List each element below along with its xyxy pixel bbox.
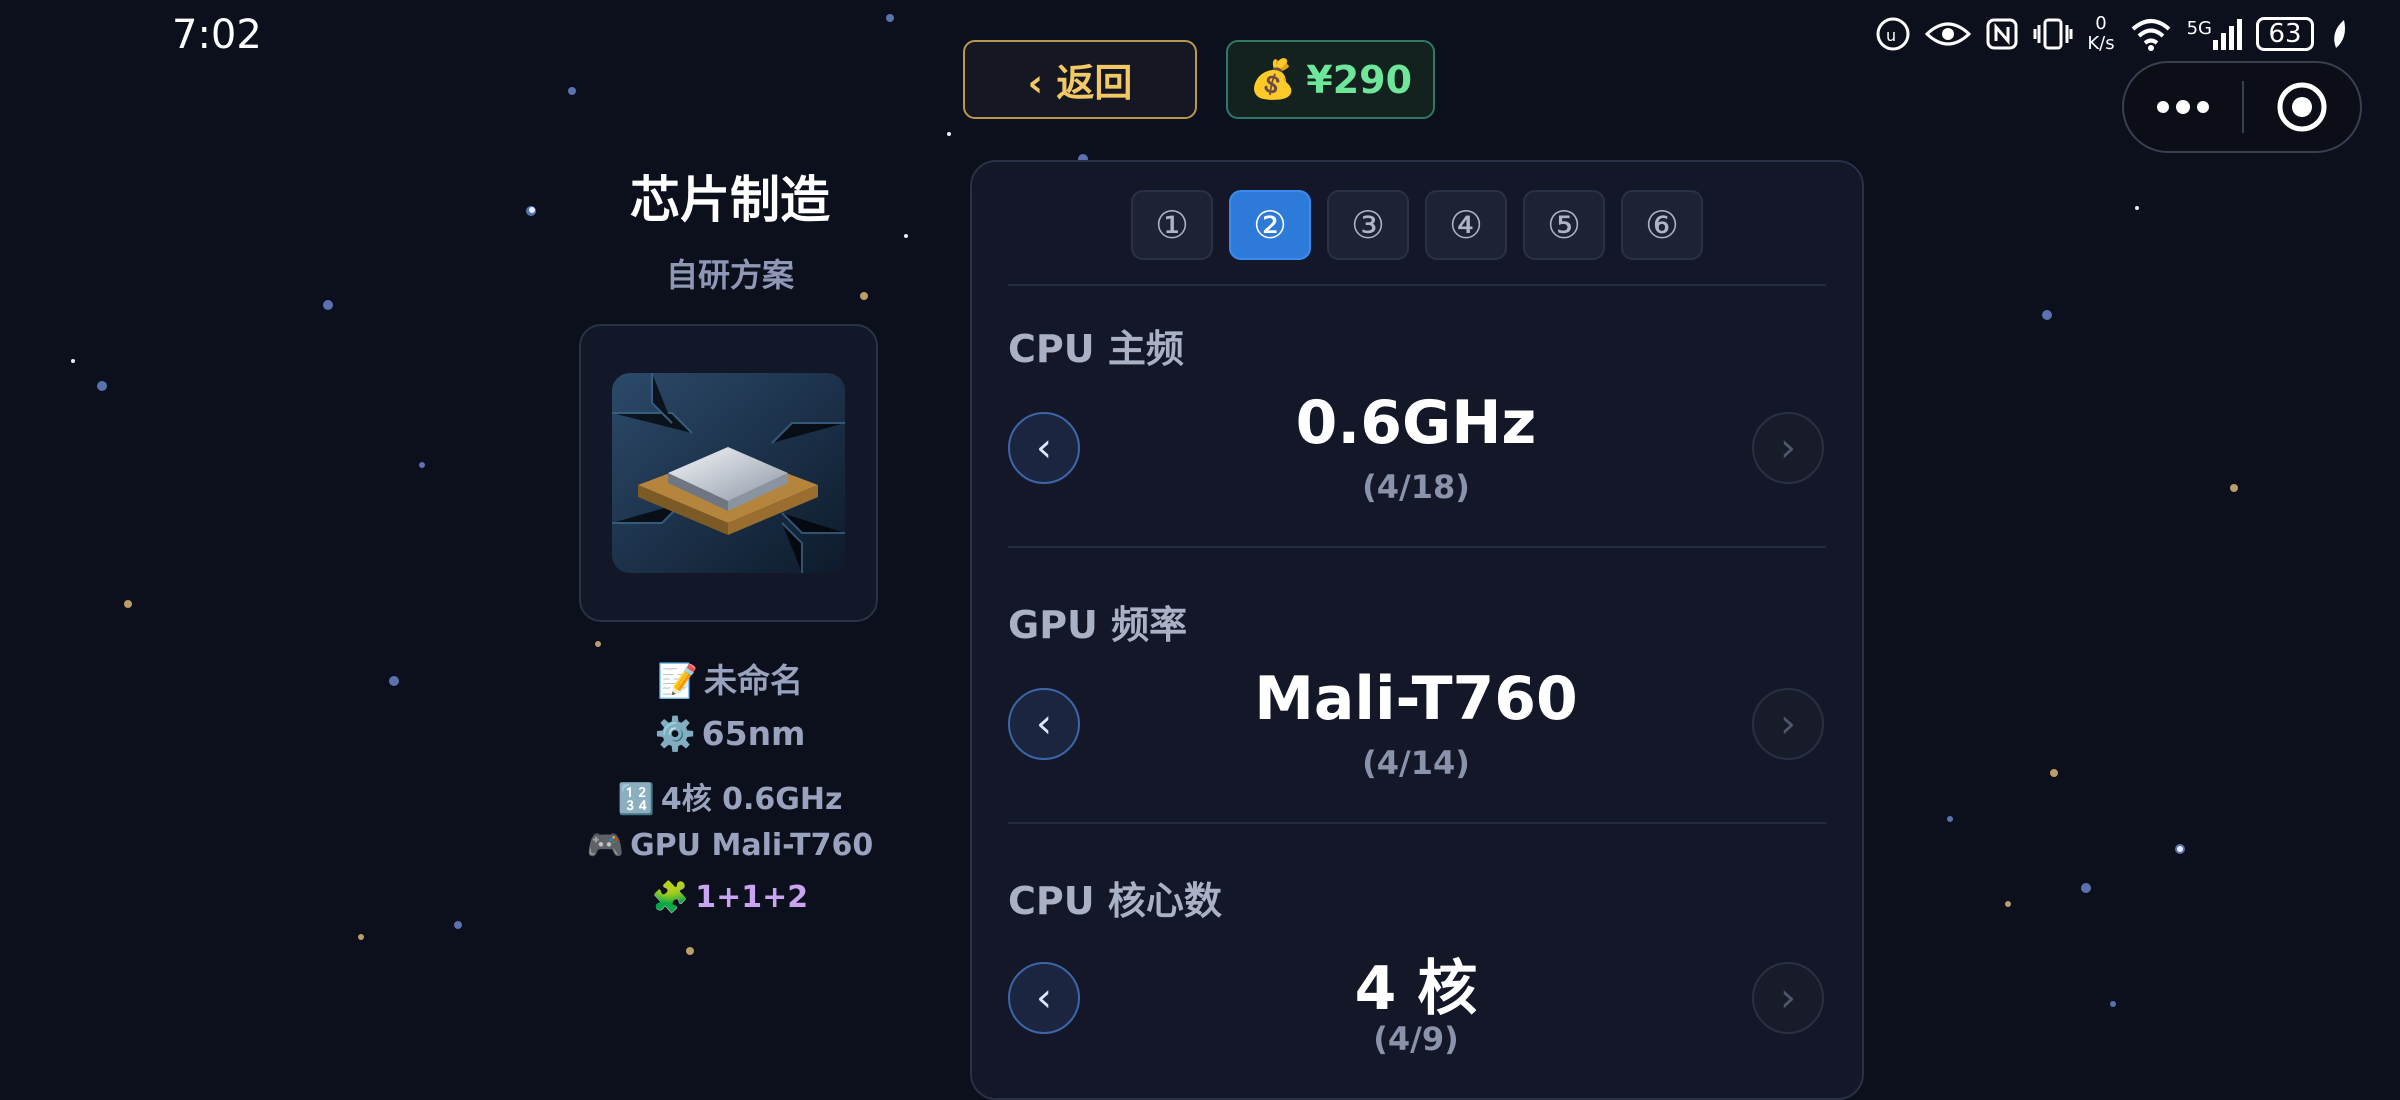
miniprogram-capsule	[2122, 61, 2362, 153]
net-speed: 0 K/s	[2087, 13, 2115, 54]
money-badge[interactable]: 💰 ¥290	[1226, 40, 1435, 119]
leaf-icon	[2328, 18, 2350, 50]
cpu-frequency-counter: (4/18)	[1362, 468, 1470, 506]
gpu-next-button[interactable]: ›	[1752, 688, 1824, 760]
chip-gpu: 🎮 GPU Mali-T760	[586, 828, 874, 863]
gear-icon: ⚙️	[654, 714, 696, 753]
hd-icon: u	[1875, 16, 1911, 52]
cpu-cores-label: CPU 核心数	[1008, 879, 1222, 923]
cpu-cores-counter: (4/9)	[1373, 1020, 1459, 1058]
chip-image-card	[579, 324, 878, 622]
chip-cores: 🔢 4核 0.6GHz	[617, 782, 843, 817]
page-title: 芯片制造	[630, 171, 830, 229]
memo-icon: 📝	[656, 661, 699, 700]
puzzle-icon: 🧩	[651, 880, 690, 915]
divider	[1008, 822, 1826, 824]
more-dots-icon	[2157, 100, 2209, 114]
chip-name: 📝 未命名	[656, 661, 804, 700]
gpu-label: GPU 频率	[1008, 603, 1188, 647]
cpu-frequency-prev-button[interactable]: ‹	[1008, 412, 1080, 484]
vibrate-icon	[2033, 17, 2073, 51]
cpu-cores-value: 4 核	[1354, 954, 1478, 1024]
gpu-prev-button[interactable]: ‹	[1008, 688, 1080, 760]
chip-image	[612, 373, 845, 573]
gpu-value: Mali-T760	[1254, 664, 1578, 734]
cpu-cores-next-button[interactable]: ›	[1752, 962, 1824, 1034]
tab-3[interactable]: ③	[1327, 190, 1409, 260]
tab-2[interactable]: ②	[1229, 190, 1311, 260]
divider	[1008, 546, 1826, 548]
status-time: 7:02	[172, 12, 262, 58]
target-close-icon	[2277, 82, 2327, 132]
tab-4[interactable]: ④	[1425, 190, 1507, 260]
cpu-frequency-value: 0.6GHz	[1295, 388, 1537, 458]
chip-info-column: 芯片制造 自研方案	[560, 160, 900, 296]
money-amount: ¥290	[1306, 57, 1413, 102]
money-bag-icon: 💰	[1248, 57, 1297, 101]
close-button[interactable]	[2244, 63, 2360, 151]
step-tabs: ① ② ③ ④ ⑤ ⑥	[1131, 190, 1703, 260]
signal-icon: 5G	[2187, 18, 2242, 50]
cpu-frequency-next-button[interactable]: ›	[1752, 412, 1824, 484]
nfc-icon	[1985, 17, 2019, 51]
cpu-cores-prev-button[interactable]: ‹	[1008, 962, 1080, 1034]
page-subtitle: 自研方案	[665, 256, 794, 294]
cpu-frequency-label: CPU 主频	[1008, 327, 1184, 371]
more-button[interactable]	[2124, 63, 2242, 151]
chip-process: ⚙️ 65nm	[654, 714, 806, 753]
wifi-icon	[2129, 17, 2173, 51]
divider	[1008, 284, 1826, 286]
tab-5[interactable]: ⑤	[1523, 190, 1605, 260]
chip-core-layout: 🧩 1+1+2	[651, 880, 809, 915]
tab-6[interactable]: ⑥	[1621, 190, 1703, 260]
eye-icon	[1925, 19, 1972, 49]
svg-text:u: u	[1886, 26, 1896, 45]
battery-icon: 63	[2256, 17, 2314, 51]
status-icons: u 0 K/s 5G 63	[1875, 14, 2350, 54]
gpu-counter: (4/14)	[1362, 744, 1470, 782]
back-button[interactable]: ‹ 返回	[963, 40, 1197, 119]
numbers-icon: 🔢	[617, 782, 655, 817]
gamepad-icon: 🎮	[586, 828, 625, 863]
tab-1[interactable]: ①	[1131, 190, 1213, 260]
